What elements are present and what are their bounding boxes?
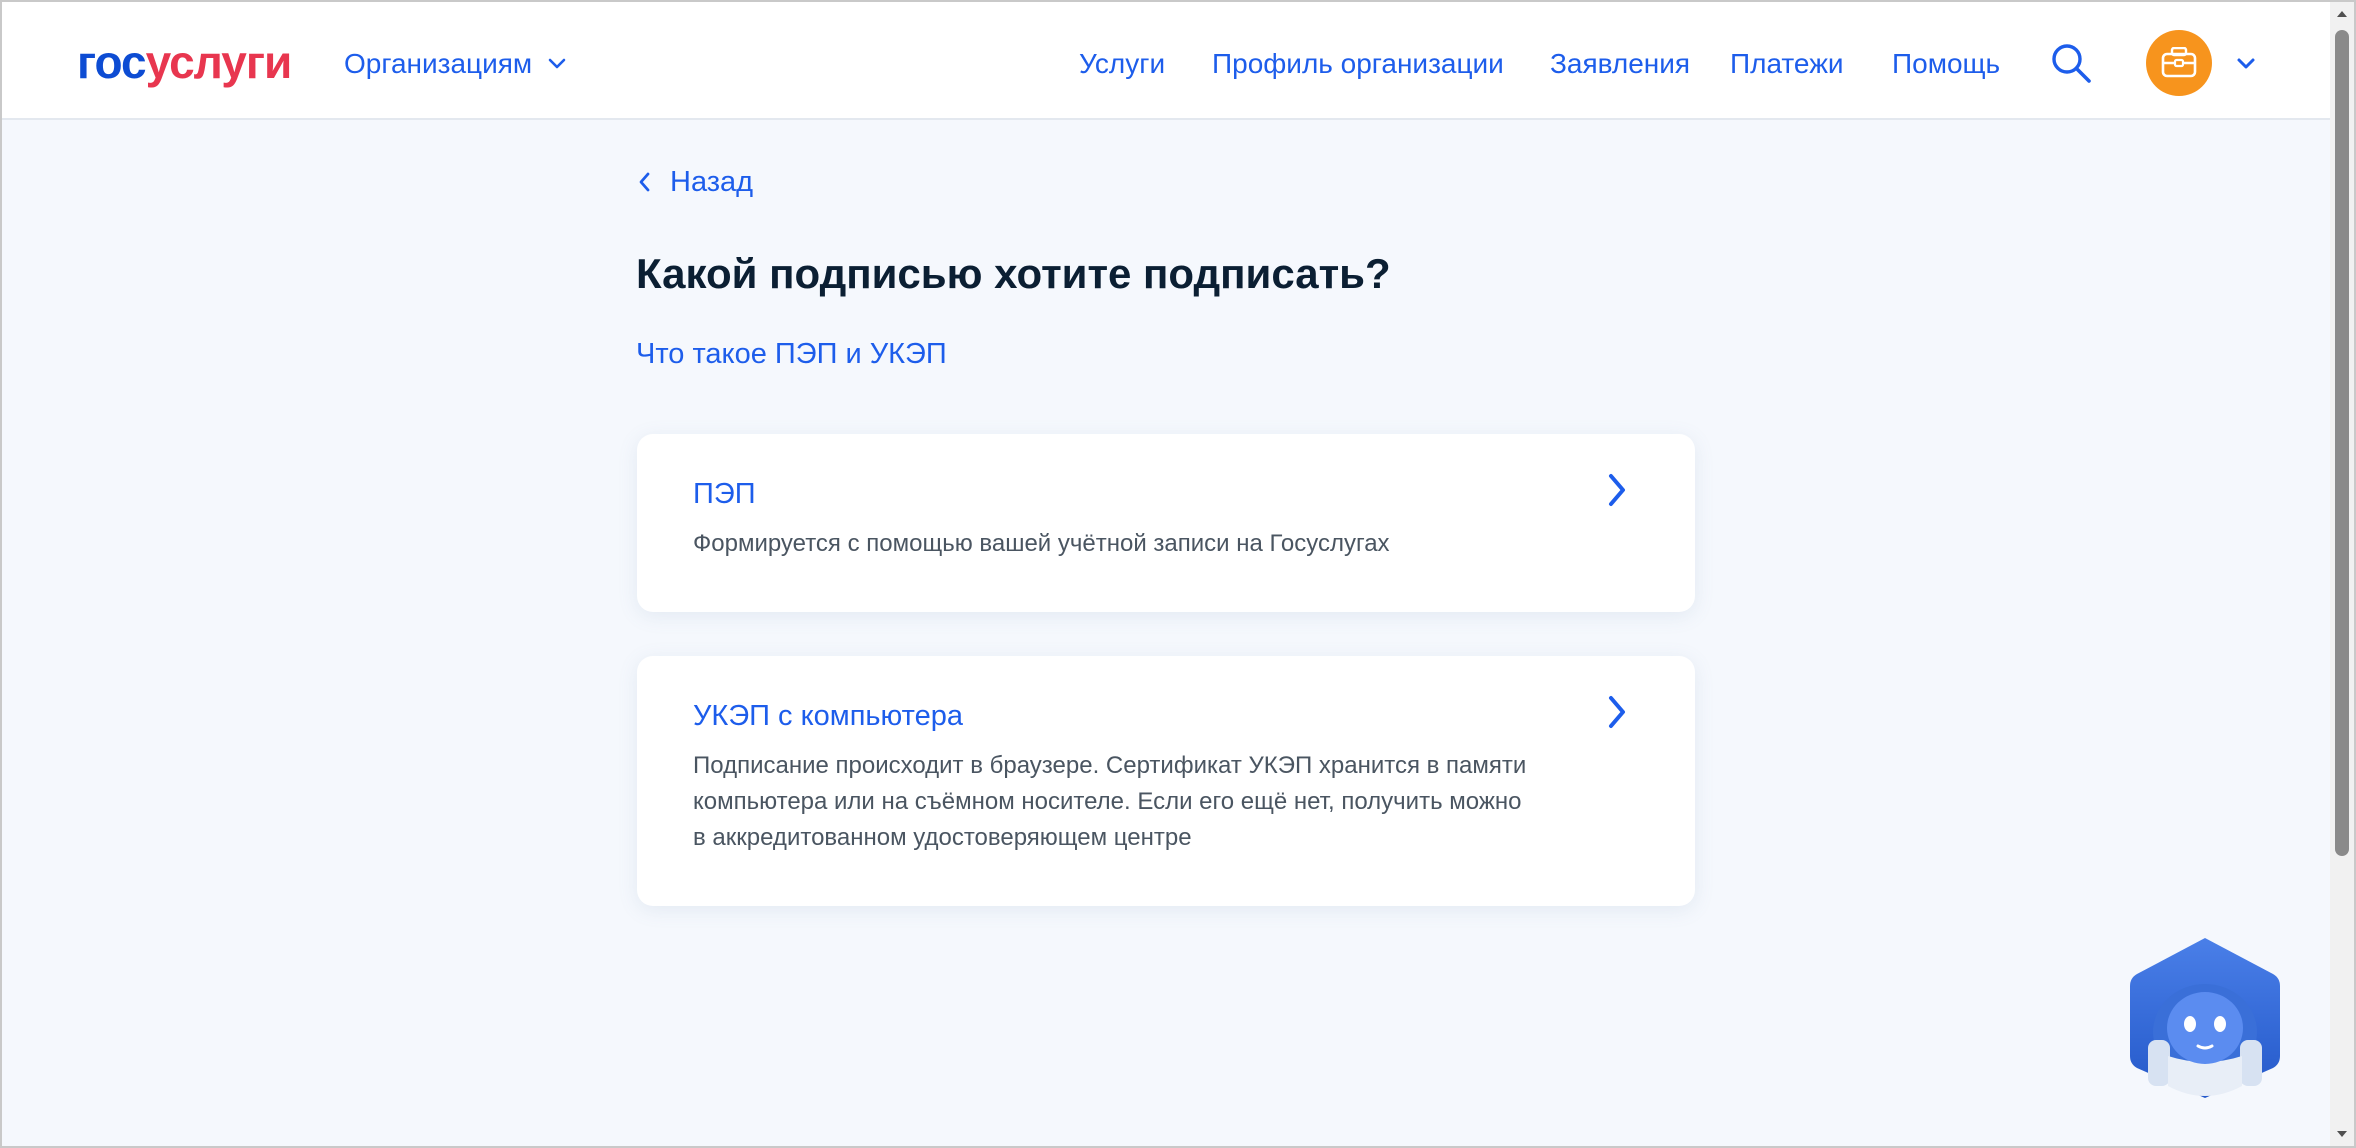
scroll-down-arrow-icon[interactable] [2330, 1122, 2354, 1146]
option-card-ukep[interactable]: УКЭП с компьютера Подписание происходит … [637, 656, 1695, 906]
logo-part-uslugi: услуги [145, 36, 293, 88]
option-card-pep[interactable]: ПЭП Формируется с помощью вашей учётной … [637, 434, 1695, 612]
organizations-menu-label: Организациям [344, 48, 533, 79]
nav-help[interactable]: Помощь [1892, 42, 2000, 86]
back-link-label: Назад [670, 165, 754, 198]
chevron-right-icon [1603, 470, 1631, 510]
chevron-right-icon [1603, 692, 1631, 732]
gosuslugi-logo[interactable]: госуслуги [77, 32, 293, 92]
logo-part-gos: гос [77, 36, 147, 88]
what-is-pep-ukep-link[interactable]: Что такое ПЭП и УКЭП [636, 334, 947, 374]
search-icon[interactable] [2048, 40, 2094, 86]
option-title: УКЭП с компьютера [693, 700, 963, 732]
vertical-scrollbar[interactable] [2330, 2, 2354, 1146]
briefcase-icon [2161, 47, 2197, 78]
robot-assistant-icon[interactable] [2128, 936, 2282, 1100]
option-description: Формируется с помощью вашей учётной запи… [693, 530, 1390, 557]
organizations-menu[interactable]: Организациям [344, 42, 568, 86]
organization-avatar[interactable] [2146, 30, 2212, 96]
chevron-down-icon [546, 53, 568, 75]
scrollbar-thumb[interactable] [2335, 30, 2349, 856]
chevron-down-icon[interactable] [2234, 52, 2258, 76]
option-description: Подписание происходит в браузере. Сертиф… [693, 752, 1527, 851]
option-title: ПЭП [693, 478, 756, 510]
site-header: госуслуги Организациям Услуги Профиль ор… [2, 2, 2330, 120]
nav-organization-profile[interactable]: Профиль организации [1212, 42, 1504, 86]
chevron-left-icon [634, 172, 654, 192]
back-link[interactable]: Назад [634, 160, 753, 204]
scroll-up-arrow-icon[interactable] [2330, 2, 2354, 26]
nav-payments[interactable]: Платежи [1730, 42, 1844, 86]
page-title: Какой подписью хотите подписать? [636, 250, 1391, 297]
nav-services[interactable]: Услуги [1079, 42, 1165, 86]
nav-applications[interactable]: Заявления [1550, 42, 1690, 86]
